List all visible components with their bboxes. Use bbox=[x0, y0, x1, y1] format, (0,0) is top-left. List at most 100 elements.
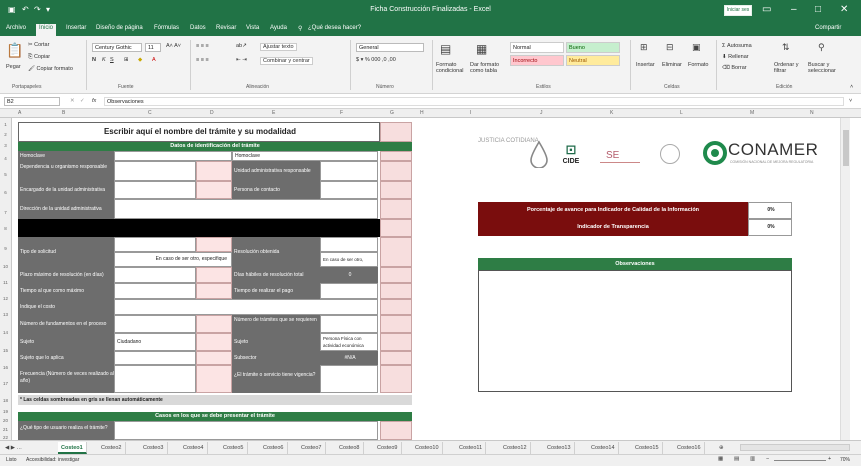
collapse-ribbon-icon[interactable]: ˄ bbox=[850, 84, 853, 90]
indicator-transparencia-value[interactable]: 0% bbox=[748, 219, 792, 236]
align-left-icon[interactable]: ≡ ≡ ≡ bbox=[196, 57, 209, 63]
pink-cell[interactable] bbox=[380, 299, 412, 315]
tab-page-layout[interactable]: Diseño de página bbox=[96, 25, 143, 31]
delete-cells-icon[interactable]: ⊟ bbox=[666, 42, 674, 53]
name-box[interactable]: B2 bbox=[4, 97, 60, 106]
pink-cell[interactable] bbox=[380, 421, 412, 440]
row-header[interactable]: 3 bbox=[0, 143, 11, 148]
sheet-prev-icon[interactable]: ◀ ▶ … bbox=[2, 442, 25, 454]
zoom-slider[interactable] bbox=[774, 460, 826, 461]
input-unidad-responsable[interactable] bbox=[320, 161, 378, 181]
paste-button[interactable]: Pegar bbox=[6, 64, 21, 70]
input-vigencia[interactable] bbox=[114, 283, 196, 299]
insert-cells-button[interactable]: Insertar bbox=[636, 62, 655, 68]
resolucion-otro[interactable]: En caso de ser otro, especifique bbox=[320, 252, 378, 267]
format-painter-button[interactable]: 🖌 Copiar formato bbox=[28, 66, 73, 72]
find-select-button[interactable]: Buscar y seleccionar bbox=[808, 62, 842, 74]
input-encargado[interactable] bbox=[114, 181, 196, 199]
row-header[interactable]: 2 bbox=[0, 132, 11, 137]
input-frecuencia[interactable] bbox=[114, 365, 196, 393]
pink-cell[interactable] bbox=[380, 219, 412, 237]
orientation-icon[interactable]: ab↗ bbox=[236, 43, 247, 49]
horizontal-scrollbar[interactable] bbox=[740, 444, 850, 451]
pink-cell[interactable] bbox=[380, 237, 412, 267]
indent-icon[interactable]: ⇤ ⇥ bbox=[236, 57, 247, 63]
observaciones-textarea[interactable] bbox=[478, 270, 792, 392]
input-numero-fundamentos[interactable] bbox=[114, 315, 196, 333]
font-size-select[interactable]: 11 bbox=[145, 43, 161, 52]
vertical-scrollbar[interactable] bbox=[840, 118, 850, 440]
share-button[interactable]: Compartir bbox=[815, 25, 841, 31]
pink-cell[interactable] bbox=[196, 161, 232, 181]
col-N[interactable]: N bbox=[810, 110, 814, 116]
sort-filter-icon[interactable]: ⇅ bbox=[782, 42, 790, 53]
pink-cell[interactable] bbox=[380, 267, 412, 283]
insert-cells-icon[interactable]: ⊞ bbox=[640, 42, 648, 53]
value-tipo-persona[interactable]: Persona Física con actividad económica bbox=[320, 333, 378, 351]
row-header[interactable]: 18 bbox=[0, 398, 11, 403]
col-J[interactable]: J bbox=[540, 110, 543, 116]
input-homoclave[interactable] bbox=[114, 151, 232, 161]
tab-review[interactable]: Revisar bbox=[216, 25, 236, 31]
style-bueno[interactable]: Bueno bbox=[566, 42, 620, 53]
align-top-icon[interactable]: ≡ ≡ ≡ bbox=[196, 43, 209, 49]
tell-me-input[interactable]: ¿Qué desea hacer? bbox=[308, 25, 361, 31]
tab-insert[interactable]: Insertar bbox=[66, 25, 86, 31]
row-header[interactable]: 6 bbox=[0, 190, 11, 195]
clear-button[interactable]: ⌫ Borrar bbox=[722, 65, 747, 71]
cut-button[interactable]: ✂ Cortar bbox=[28, 42, 49, 48]
input-vigencia-tramite[interactable] bbox=[320, 365, 378, 393]
sheet-tab-costeo1[interactable]: Costeo1 bbox=[58, 442, 87, 454]
delete-cells-button[interactable]: Eliminar bbox=[662, 62, 682, 68]
pink-cell[interactable] bbox=[380, 161, 412, 181]
font-color-icon[interactable]: A bbox=[152, 57, 156, 63]
pink-cell[interactable] bbox=[196, 315, 232, 333]
formula-enter-icon[interactable]: ✓ bbox=[80, 98, 85, 104]
copy-button[interactable]: ⎘ Copiar bbox=[28, 54, 50, 61]
borders-icon[interactable]: ⊞ bbox=[124, 57, 129, 63]
value-sujeto[interactable]: Ciudadano bbox=[114, 333, 196, 351]
pink-cell[interactable] bbox=[196, 333, 232, 351]
row-header[interactable]: 5 bbox=[0, 172, 11, 177]
input-plazo[interactable] bbox=[114, 267, 196, 283]
number-format-icons[interactable]: $ ▾ % 000 ,0 ,00 bbox=[356, 57, 396, 63]
style-neutral[interactable]: Neutral bbox=[566, 55, 620, 66]
underline-button[interactable]: S bbox=[110, 57, 114, 63]
sheet-tab-costeo5[interactable]: Costeo5 bbox=[220, 442, 248, 454]
sheet-tab-costeo2[interactable]: Costeo2 bbox=[98, 442, 126, 454]
input-dependencia[interactable] bbox=[114, 161, 196, 181]
tab-home[interactable]: Inicio bbox=[36, 24, 57, 36]
format-cells-button[interactable]: Formato bbox=[688, 62, 708, 68]
add-sheet-icon[interactable]: ⊕ bbox=[716, 442, 727, 454]
pink-cell[interactable] bbox=[196, 237, 232, 252]
col-K[interactable]: K bbox=[610, 110, 613, 116]
input-sujeto-aplica[interactable] bbox=[114, 351, 196, 365]
input-tipo-solicitud[interactable] bbox=[114, 237, 196, 252]
sheet-tab-costeo6[interactable]: Costeo6 bbox=[260, 442, 288, 454]
sheet-tab-costeo16[interactable]: Costeo16 bbox=[674, 442, 705, 454]
col-E[interactable]: E bbox=[272, 110, 275, 116]
wrap-text-button[interactable]: Ajustar texto bbox=[260, 43, 297, 51]
col-D[interactable]: D bbox=[210, 110, 214, 116]
row-header[interactable]: 13 bbox=[0, 312, 11, 317]
pink-cell[interactable] bbox=[380, 151, 412, 161]
zoom-out-icon[interactable]: − bbox=[766, 456, 769, 462]
formula-cancel-icon[interactable]: ✕ bbox=[70, 98, 75, 104]
italic-button[interactable]: K bbox=[102, 57, 106, 63]
worksheet-grid[interactable]: Escribir aquí el nombre del trámite y su… bbox=[12, 118, 850, 440]
fill-color-icon[interactable]: ◆ bbox=[138, 57, 142, 63]
pink-cell[interactable] bbox=[380, 283, 412, 299]
pink-cell[interactable] bbox=[380, 351, 412, 365]
scrollbar-thumb[interactable] bbox=[843, 130, 849, 166]
col-A[interactable]: A bbox=[18, 110, 21, 116]
col-M[interactable]: M bbox=[750, 110, 754, 116]
row-header[interactable]: 20 bbox=[0, 418, 11, 423]
font-grow-shrink-icon[interactable]: A˄ A˅ bbox=[166, 43, 181, 49]
minimize-icon[interactable]: – bbox=[791, 4, 797, 15]
zoom-in-icon[interactable]: + bbox=[828, 456, 831, 462]
user-signin[interactable]: Iniciar ses bbox=[724, 5, 752, 16]
format-table-icon[interactable]: ▦ bbox=[476, 42, 487, 56]
sheet-tab-costeo8[interactable]: Costeo8 bbox=[336, 442, 364, 454]
pink-cell[interactable] bbox=[196, 351, 232, 365]
status-accessibility[interactable]: Accesibilidad: investigar bbox=[26, 457, 79, 463]
